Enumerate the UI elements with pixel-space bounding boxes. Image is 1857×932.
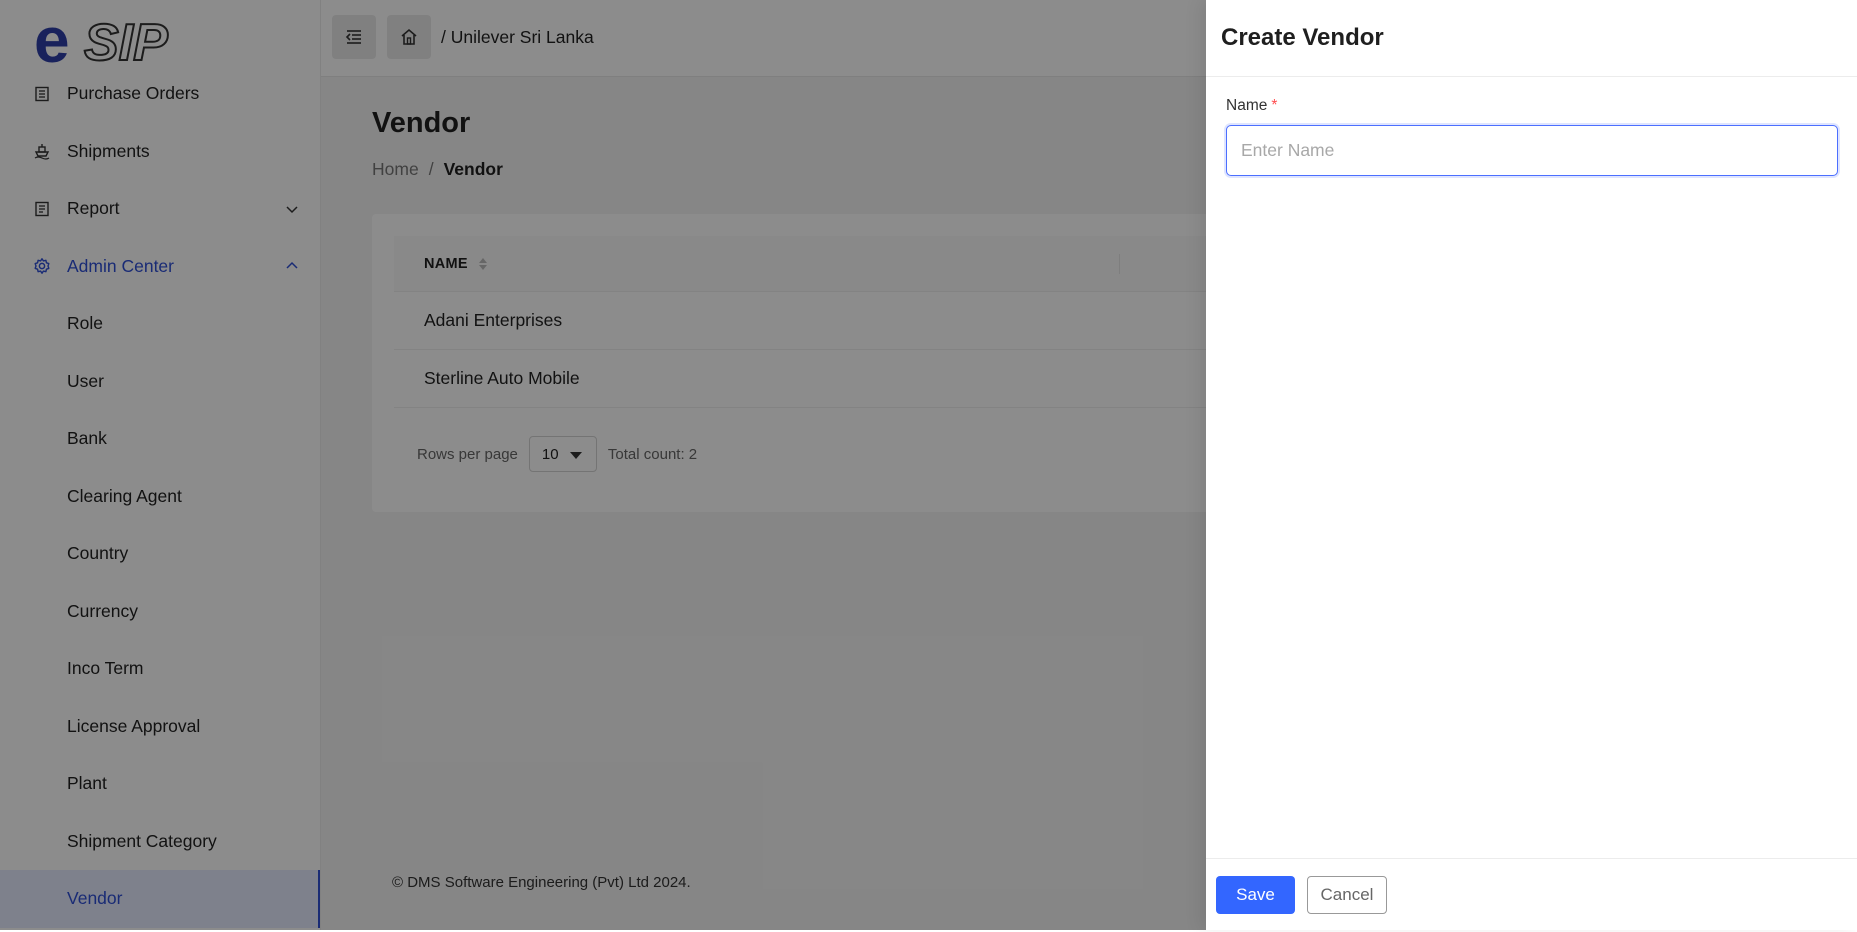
drawer-footer: Save Cancel <box>1206 858 1857 930</box>
drawer-header: Create Vendor <box>1206 0 1857 77</box>
create-vendor-form: Name * <box>1226 97 1838 176</box>
cancel-button[interactable]: Cancel <box>1307 875 1387 914</box>
create-vendor-drawer: Create Vendor Name* Save Cancel <box>1206 0 1857 930</box>
name-label-text: Name <box>1226 97 1268 114</box>
required-marker: * <box>1271 97 1278 114</box>
name-input[interactable] <box>1226 125 1838 176</box>
drawer-title: Create Vendor <box>1221 24 1384 51</box>
name-field-label: Name * <box>1226 97 1838 115</box>
save-button[interactable]: Save <box>1216 875 1295 914</box>
